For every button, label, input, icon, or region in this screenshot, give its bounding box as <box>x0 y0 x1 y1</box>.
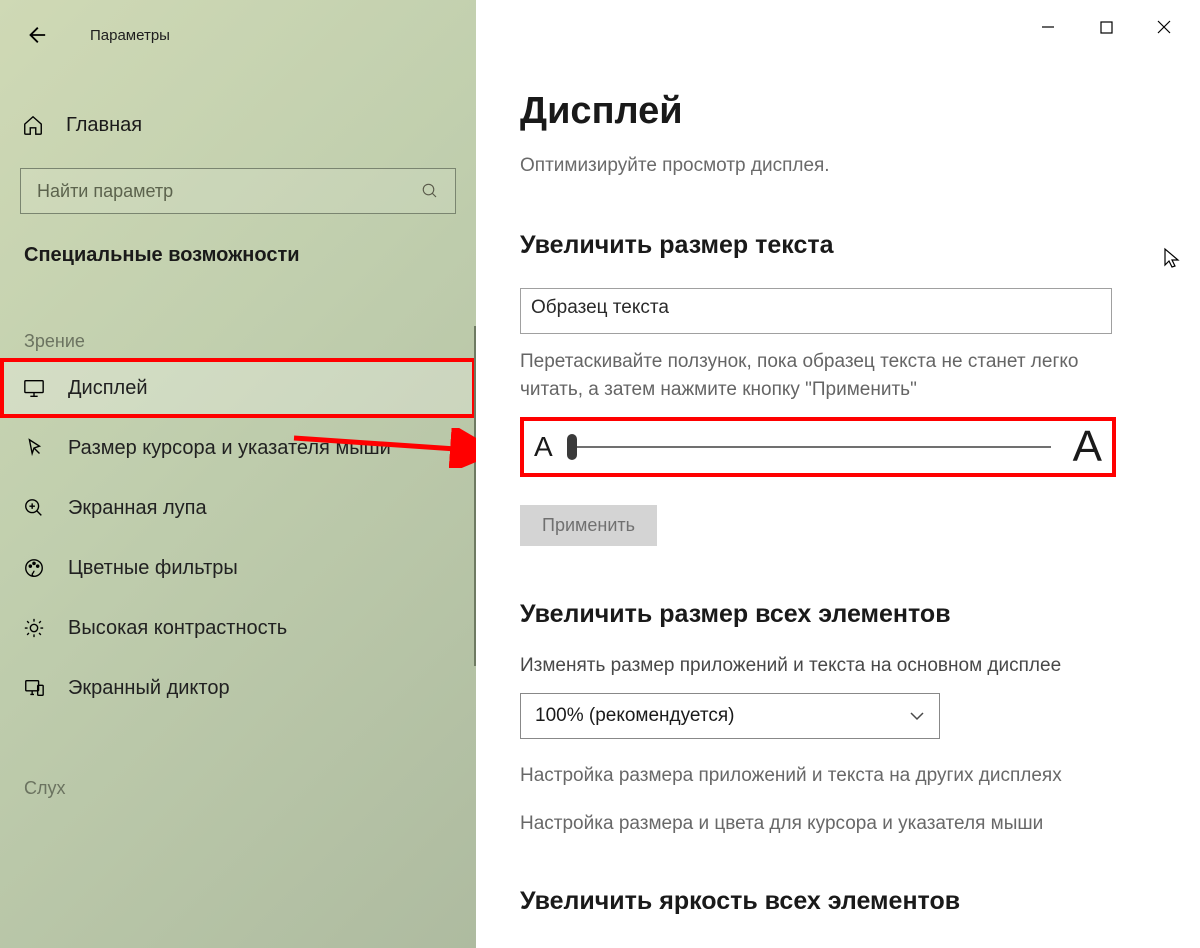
scale-dropdown[interactable]: 100% (рекомендуется) <box>520 693 940 739</box>
textsize-heading: Увеличить размер текста <box>520 231 1170 260</box>
palette-icon <box>23 557 45 579</box>
scale-heading: Увеличить размер всех элементов <box>520 600 1170 629</box>
chevron-down-icon <box>909 708 925 724</box>
scale-description: Изменять размер приложений и текста на о… <box>520 655 1170 677</box>
maximize-icon <box>1100 21 1113 34</box>
content: Дисплей Оптимизируйте просмотр дисплея. … <box>476 0 1200 948</box>
window-controls <box>1020 8 1192 46</box>
minimize-icon <box>1041 20 1055 34</box>
other-displays-link[interactable]: Настройка размера приложений и текста на… <box>520 765 1170 787</box>
magnifier-icon <box>23 497 45 519</box>
brightness-heading: Увеличить яркость всех элементов <box>520 887 1170 916</box>
group-hearing-label: Слух <box>0 718 476 805</box>
content-inner: Дисплей Оптимизируйте просмотр дисплея. … <box>476 12 1200 916</box>
sidebar-item-colorfilters[interactable]: Цветные фильтры <box>0 538 476 598</box>
minimize-button[interactable] <box>1020 8 1076 46</box>
slider-thumb[interactable] <box>567 434 577 460</box>
slider-max-label: A <box>1073 422 1102 472</box>
monitor-icon <box>23 377 45 399</box>
home-icon <box>22 114 44 136</box>
search-icon <box>421 182 439 200</box>
pointer-icon <box>23 437 45 459</box>
sidebar-item-home[interactable]: Главная <box>0 104 476 146</box>
sidebar-item-display[interactable]: Дисплей <box>0 358 476 418</box>
close-icon <box>1157 20 1171 34</box>
narrator-icon <box>23 677 45 699</box>
home-label: Главная <box>66 114 142 137</box>
page-subtitle: Оптимизируйте просмотр дисплея. <box>520 155 1170 177</box>
maximize-button[interactable] <box>1078 8 1134 46</box>
sidebar-item-label: Высокая контрастность <box>68 617 287 640</box>
sidebar-item-magnifier[interactable]: Экранная лупа <box>0 478 476 538</box>
text-size-slider[interactable] <box>567 446 1051 448</box>
text-size-slider-wrap: A A <box>520 417 1116 477</box>
sidebar-item-label: Экранный диктор <box>68 677 230 700</box>
close-button[interactable] <box>1136 8 1192 46</box>
cursor-settings-link[interactable]: Настройка размера и цвета для курсора и … <box>520 813 1170 835</box>
sidebar-item-narrator[interactable]: Экранный диктор <box>0 658 476 718</box>
sidebar-item-label: Дисплей <box>68 377 148 400</box>
sidebar-item-label: Экранная лупа <box>68 497 207 520</box>
sidebar: Параметры Главная Специальные возможност… <box>0 0 476 948</box>
page-heading: Дисплей <box>520 90 1170 133</box>
back-button[interactable] <box>20 19 52 51</box>
sidebar-item-highcontrast[interactable]: Высокая контрастность <box>0 598 476 658</box>
section-title: Специальные возможности <box>0 214 476 267</box>
sidebar-item-cursor[interactable]: Размер курсора и указателя мыши <box>0 418 476 478</box>
apply-button[interactable]: Применить <box>520 505 657 546</box>
slider-description: Перетаскивайте ползунок, пока образец те… <box>520 348 1120 403</box>
slider-min-label: A <box>534 431 553 463</box>
group-vision-label: Зрение <box>0 267 476 358</box>
search-field[interactable] <box>20 168 456 214</box>
search-input[interactable] <box>37 181 421 202</box>
app-title: Параметры <box>90 27 170 44</box>
sidebar-item-label: Цветные фильтры <box>68 557 238 580</box>
titlebar-left: Параметры <box>0 12 476 58</box>
brightness-icon <box>23 617 45 639</box>
arrow-left-icon <box>25 24 47 46</box>
sidebar-item-label: Размер курсора и указателя мыши <box>68 437 391 460</box>
sample-text-box: Образец текста <box>520 288 1112 334</box>
dropdown-value: 100% (рекомендуется) <box>535 705 734 727</box>
